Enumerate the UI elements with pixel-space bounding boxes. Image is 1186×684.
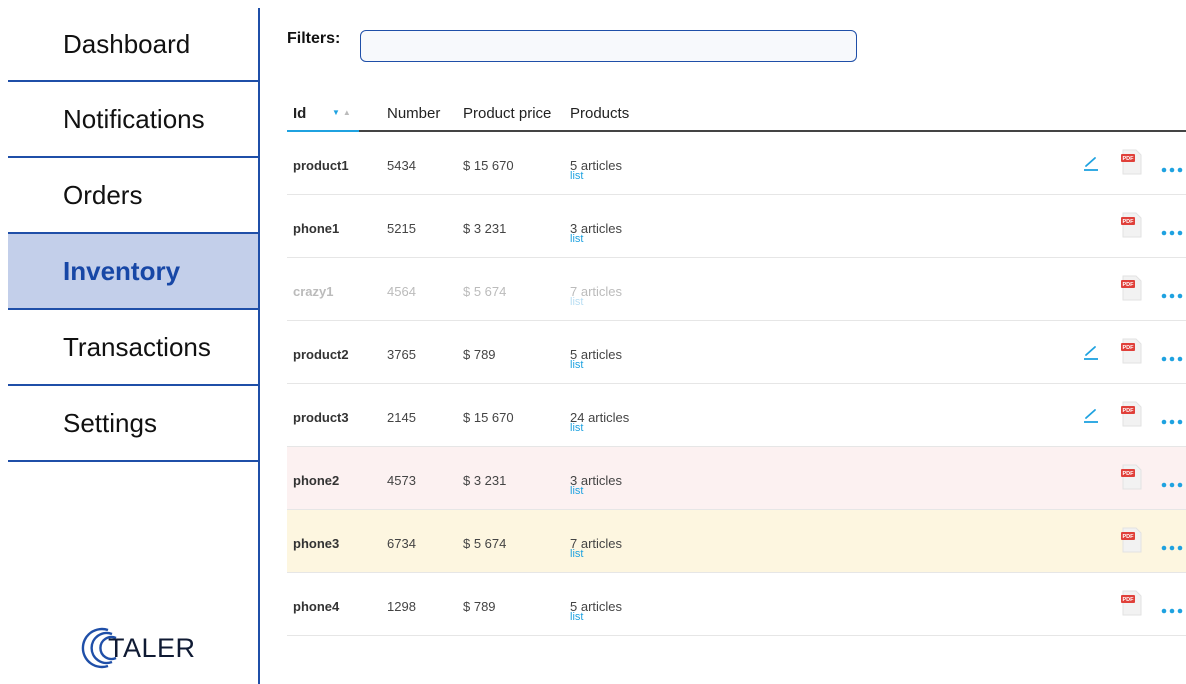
row-products-list-link[interactable]: list — [570, 170, 583, 182]
row-price: $ 3 231 — [463, 473, 507, 488]
edit-icon[interactable] — [1083, 344, 1099, 360]
logo-text: TALER — [108, 632, 196, 663]
row-number: 4573 — [387, 473, 416, 488]
row-id: phone4 — [293, 599, 340, 614]
filters-bar: Filters: — [287, 30, 857, 62]
pdf-icon[interactable]: PDF — [1121, 338, 1143, 364]
row-id: phone1 — [293, 221, 340, 236]
row-id: phone2 — [293, 473, 340, 488]
row-price: $ 789 — [463, 347, 496, 362]
column-header-price[interactable]: Product price — [463, 105, 551, 122]
row-price: $ 15 670 — [463, 158, 514, 173]
row-id: product3 — [293, 410, 349, 425]
row-id: product1 — [293, 158, 349, 173]
nav-item-dashboard[interactable]: Dashboard — [8, 8, 258, 82]
column-header-number[interactable]: Number — [387, 105, 440, 122]
row-products-list-link[interactable]: list — [570, 359, 583, 371]
pdf-icon[interactable]: PDF — [1121, 464, 1143, 490]
filter-input[interactable] — [360, 30, 857, 62]
sidebar-divider — [258, 8, 260, 684]
table-header: Id ▼ ▲ Number Product price Products — [287, 95, 1186, 132]
pdf-icon[interactable]: PDF — [1121, 401, 1143, 427]
more-options-icon[interactable] — [1160, 413, 1184, 425]
table-row: phone2 4573 $ 3 231 3 articles list PDF — [287, 447, 1186, 510]
row-number: 2145 — [387, 410, 416, 425]
sort-toggle[interactable]: ▼ ▲ — [332, 108, 351, 117]
row-products-list-link[interactable]: list — [570, 422, 583, 434]
pdf-icon[interactable]: PDF — [1121, 275, 1143, 301]
filters-label: Filters: — [287, 30, 341, 47]
nav-item-settings[interactable]: Settings — [8, 386, 258, 462]
sort-desc-icon: ▼ — [332, 108, 340, 117]
pdf-badge-label: PDF — [1123, 156, 1135, 162]
sidebar: Dashboard Notifications Orders Inventory… — [8, 8, 258, 684]
row-price: $ 789 — [463, 599, 496, 614]
edit-icon[interactable] — [1083, 155, 1099, 171]
table-row: product3 2145 $ 15 670 24 articles list PDF — [287, 384, 1186, 447]
nav-item-inventory[interactable]: Inventory — [8, 234, 258, 310]
pdf-icon[interactable]: PDF — [1121, 212, 1143, 238]
row-number: 3765 — [387, 347, 416, 362]
more-options-icon[interactable] — [1160, 224, 1184, 236]
nav-item-transactions[interactable]: Transactions — [8, 310, 258, 386]
pdf-badge-label: PDF — [1123, 597, 1135, 603]
row-price: $ 3 231 — [463, 221, 507, 236]
row-number: 5434 — [387, 158, 416, 173]
row-number: 1298 — [387, 599, 416, 614]
pdf-badge-label: PDF — [1123, 534, 1135, 540]
table-row: product1 5434 $ 15 670 5 articles list PDF — [287, 132, 1186, 195]
nav-item-notifications[interactable]: Notifications — [8, 82, 258, 158]
taler-logo: TALER — [78, 624, 196, 672]
pdf-badge-label: PDF — [1123, 219, 1135, 225]
row-price: $ 5 674 — [463, 536, 507, 551]
row-number: 5215 — [387, 221, 416, 236]
pdf-badge-label: PDF — [1123, 345, 1135, 351]
pdf-icon[interactable]: PDF — [1121, 527, 1143, 553]
row-products-list-link[interactable]: list — [570, 548, 583, 560]
sort-asc-icon: ▲ — [342, 108, 351, 117]
table-row: product2 3765 $ 789 5 articles list PDF — [287, 321, 1186, 384]
row-number: 4564 — [387, 284, 416, 299]
row-id: product2 — [293, 347, 349, 362]
pdf-badge-label: PDF — [1123, 471, 1135, 477]
row-products-list-link[interactable]: list — [570, 611, 583, 623]
table-row: crazy1 4564 $ 5 674 7 articles list PDF — [287, 258, 1186, 321]
more-options-icon[interactable] — [1160, 476, 1184, 488]
row-products-list-link[interactable]: list — [570, 296, 583, 308]
table-row: phone3 6734 $ 5 674 7 articles list PDF — [287, 510, 1186, 573]
column-header-id[interactable]: Id — [293, 105, 306, 122]
column-header-products[interactable]: Products — [570, 105, 629, 122]
row-number: 6734 — [387, 536, 416, 551]
pdf-icon[interactable]: PDF — [1121, 590, 1143, 616]
more-options-icon[interactable] — [1160, 539, 1184, 551]
row-price: $ 5 674 — [463, 284, 507, 299]
row-id: crazy1 — [293, 284, 334, 299]
more-options-icon[interactable] — [1160, 287, 1184, 299]
pdf-icon[interactable]: PDF — [1121, 149, 1143, 175]
nav-item-orders[interactable]: Orders — [8, 158, 258, 234]
more-options-icon[interactable] — [1160, 602, 1184, 614]
more-options-icon[interactable] — [1160, 350, 1184, 362]
row-price: $ 15 670 — [463, 410, 514, 425]
edit-icon[interactable] — [1083, 407, 1099, 423]
row-products-list-link[interactable]: list — [570, 485, 583, 497]
pdf-badge-label: PDF — [1123, 408, 1135, 414]
more-options-icon[interactable] — [1160, 161, 1184, 173]
table-body: product1 5434 $ 15 670 5 articles list PDF pho… — [287, 132, 1186, 636]
table-row: phone4 1298 $ 789 5 articles list PDF — [287, 573, 1186, 636]
table-row: phone1 5215 $ 3 231 3 articles list PDF — [287, 195, 1186, 258]
inventory-table: Id ▼ ▲ Number Product price Products prod… — [287, 95, 1186, 636]
row-id: phone3 — [293, 536, 340, 551]
row-products-list-link[interactable]: list — [570, 233, 583, 245]
pdf-badge-label: PDF — [1123, 282, 1135, 288]
